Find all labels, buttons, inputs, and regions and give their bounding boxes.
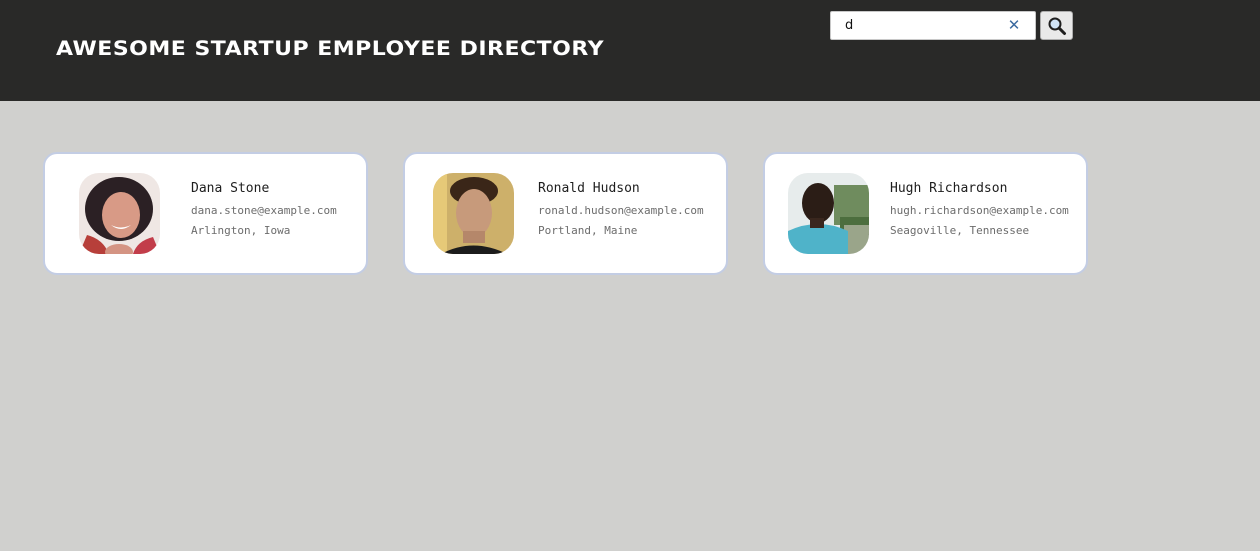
employee-email: dana.stone@example.com	[191, 204, 337, 217]
employee-name: Hugh Richardson	[890, 181, 1008, 196]
employee-name: Ronald Hudson	[538, 181, 640, 196]
avatar	[433, 173, 514, 254]
employee-location: Arlington, Iowa	[191, 224, 291, 237]
page-header: Awesome Startup Employee Directory ✕	[0, 0, 1260, 101]
employee-location: Seagoville, Tennessee	[890, 224, 1030, 237]
avatar	[788, 173, 869, 254]
clear-search-icon[interactable]: ✕	[1005, 15, 1023, 35]
employee-location: Portland, Maine	[538, 224, 638, 237]
page-title: Awesome Startup Employee Directory	[56, 38, 605, 61]
employee-card[interactable]: Dana Stone dana.stone@example.com Arling…	[43, 152, 368, 275]
employee-card[interactable]: Ronald Hudson ronald.hudson@example.com …	[403, 152, 728, 275]
employee-email: hugh.richardson@example.com	[890, 204, 1069, 217]
magnifying-glass-icon	[1048, 17, 1066, 35]
employee-card[interactable]: Hugh Richardson hugh.richardson@example.…	[763, 152, 1088, 275]
search-button[interactable]	[1040, 11, 1073, 40]
employee-name: Dana Stone	[191, 181, 270, 196]
employee-email: ronald.hudson@example.com	[538, 204, 704, 217]
avatar	[79, 173, 160, 254]
